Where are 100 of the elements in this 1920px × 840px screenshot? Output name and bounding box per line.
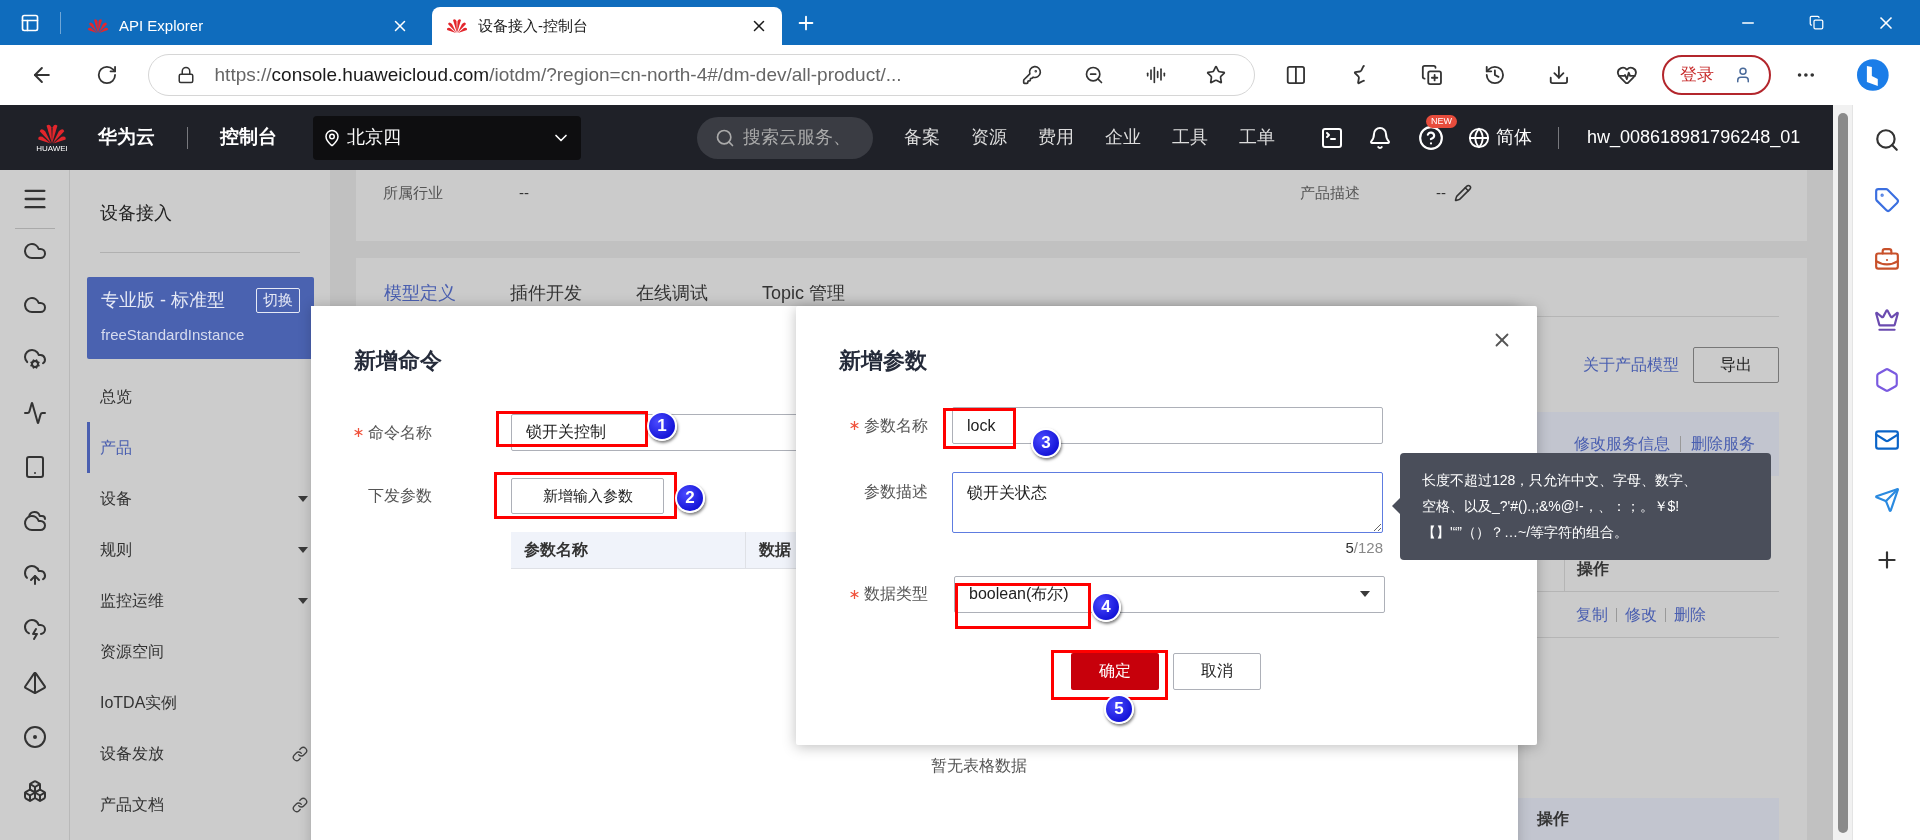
header-link[interactable]: 备案 [904,124,940,151]
sidebar-item[interactable]: 监控运维 [70,575,330,626]
cloud-upload-icon[interactable] [22,563,47,587]
row-action-link[interactable]: 删除 [1674,602,1706,627]
field-label: 命令名称 [368,422,432,443]
console-title[interactable]: 控制台 [220,123,277,152]
field-value: -- [519,183,529,203]
character-counter: 5/128 [1345,538,1383,558]
row-action-link[interactable]: 修改 [1625,602,1657,627]
favorite-icon[interactable] [1205,65,1226,85]
page-tab[interactable]: Topic 管理 [762,280,846,307]
history-icon[interactable] [1484,64,1507,86]
collections-icon[interactable] [1420,64,1443,86]
split-screen-icon[interactable] [1284,64,1307,86]
terminal-icon[interactable] [1320,125,1344,150]
circle-icon[interactable] [22,725,47,749]
tab-actions-icon[interactable] [20,12,40,33]
new-badge: NEW [1426,114,1457,128]
header-link[interactable]: 工具 [1172,124,1208,151]
instance-card[interactable]: 专业版 - 标准型 切换 freeStandardInstance [87,277,314,359]
header-link[interactable]: 资源 [971,124,1007,151]
edit-icon[interactable] [1454,184,1472,203]
search-icon [715,127,735,148]
pin-icon [323,128,341,147]
zoom-out-icon[interactable] [1083,65,1104,85]
cloud-gear-icon[interactable] [22,347,47,371]
scrollbar[interactable] [1833,105,1852,840]
delete-service-link[interactable]: 删除服务 [1691,432,1755,456]
logo-icon [87,18,109,34]
field-value: -- [1436,183,1446,203]
sidebar-item[interactable]: 规则 [70,524,330,575]
instance-name: freeStandardInstance [101,325,246,345]
field-label: 下发参数 [368,486,432,506]
add-parameter-button[interactable]: 新增输入参数 [511,478,664,514]
header-link[interactable]: 企业 [1105,124,1141,151]
download-icon[interactable] [1548,64,1570,86]
caret-icon [298,597,308,604]
key-icon[interactable] [1021,65,1042,85]
field-label: 参数描述 [864,482,928,502]
dialog-title: 新增参数 [839,347,927,375]
cloud-bolt-icon[interactable] [22,617,47,641]
sidebar-item[interactable]: 设备 [70,473,330,524]
browser-tab[interactable]: 设备接入-控制台 [432,7,782,45]
huawei-logo[interactable]: HUAWEI [30,122,74,153]
send-icon[interactable] [1873,487,1900,513]
column-header: 参数名称 [511,532,746,568]
sidebar-item[interactable]: 设备发放 [70,728,330,779]
confirm-button[interactable]: 确定 [1071,652,1159,690]
refresh-icon[interactable] [95,64,118,86]
search-field[interactable]: 搜索云服务、 [697,116,873,159]
globe-icon[interactable] [1468,126,1490,149]
user-name[interactable]: hw_008618981796248_01 [1587,124,1801,151]
caret-icon [298,495,308,502]
read-aloud-icon[interactable] [1145,65,1166,85]
help-icon[interactable] [1418,124,1444,151]
logo-icon [446,18,468,34]
caret-icon [298,546,308,553]
tooltip-text: 长度不超过128，只允许中文、字母、数字、 空格、以及_?'#().,;&%@!-，、：；。￥$! 【】'“”（）？…~/等字符的组合。 [1422,471,1699,542]
brand-name: 华为云 [98,125,155,150]
mail-icon[interactable] [1873,427,1900,453]
sidebar-item[interactable]: 产品文档 [70,779,330,830]
cancel-button[interactable]: 取消 [1173,652,1261,690]
dialog-title: 新增命令 [354,347,442,375]
page-tab[interactable]: 在线调试 [636,280,708,307]
copilot-icon[interactable] [1856,58,1890,92]
empty-table-text: 暂无表格数据 [931,756,1027,776]
page-tab[interactable]: 模型定义 [384,280,456,307]
column-header: 数据 [758,540,792,560]
header-link[interactable]: 工单 [1239,124,1275,151]
hexagons-icon[interactable] [22,779,47,803]
field-label: 产品描述 [1300,183,1361,203]
pyramid-icon[interactable] [22,671,47,695]
toolbox-icon[interactable] [1873,247,1900,273]
restore-icon[interactable] [1809,15,1824,30]
header-link[interactable]: 费用 [1038,124,1074,151]
field-label: 参数名称 [864,415,928,436]
page-tab[interactable]: 插件开发 [510,280,582,307]
clouds-icon[interactable] [22,509,47,533]
language-link[interactable]: 简体 [1496,124,1532,151]
model-link[interactable]: 关于产品模型 [1583,352,1679,377]
login-button[interactable]: 登录 [1661,55,1771,95]
edit-service-link[interactable]: 修改服务信息 [1574,432,1670,456]
link-icon[interactable] [292,745,308,762]
bell-icon[interactable] [1368,125,1392,150]
health-icon[interactable] [1615,64,1638,86]
link-icon[interactable] [292,796,308,813]
field-label: 数据类型 [864,584,928,604]
search-icon[interactable] [1873,127,1900,153]
export-button[interactable]: 导出 [1693,346,1779,383]
chess-icon[interactable] [1873,307,1900,333]
browser-tab[interactable]: API Explorer [73,7,423,45]
row-action-link[interactable]: 复制 [1576,602,1608,627]
tag-icon[interactable] [1873,187,1900,213]
wave-icon[interactable] [22,401,47,425]
region-select[interactable]: 北京四 [313,115,581,160]
switch-button[interactable]: 切换 [256,288,300,313]
field-label: 所属行业 [383,183,444,203]
hexagon-icon[interactable] [1873,367,1900,393]
description-field[interactable]: 锁开关状态 [952,472,1383,533]
url-text: https://console.huaweicloud.com/iotdm/?region=cn-north-4#/dm-dev/all-product/... [214,62,903,87]
